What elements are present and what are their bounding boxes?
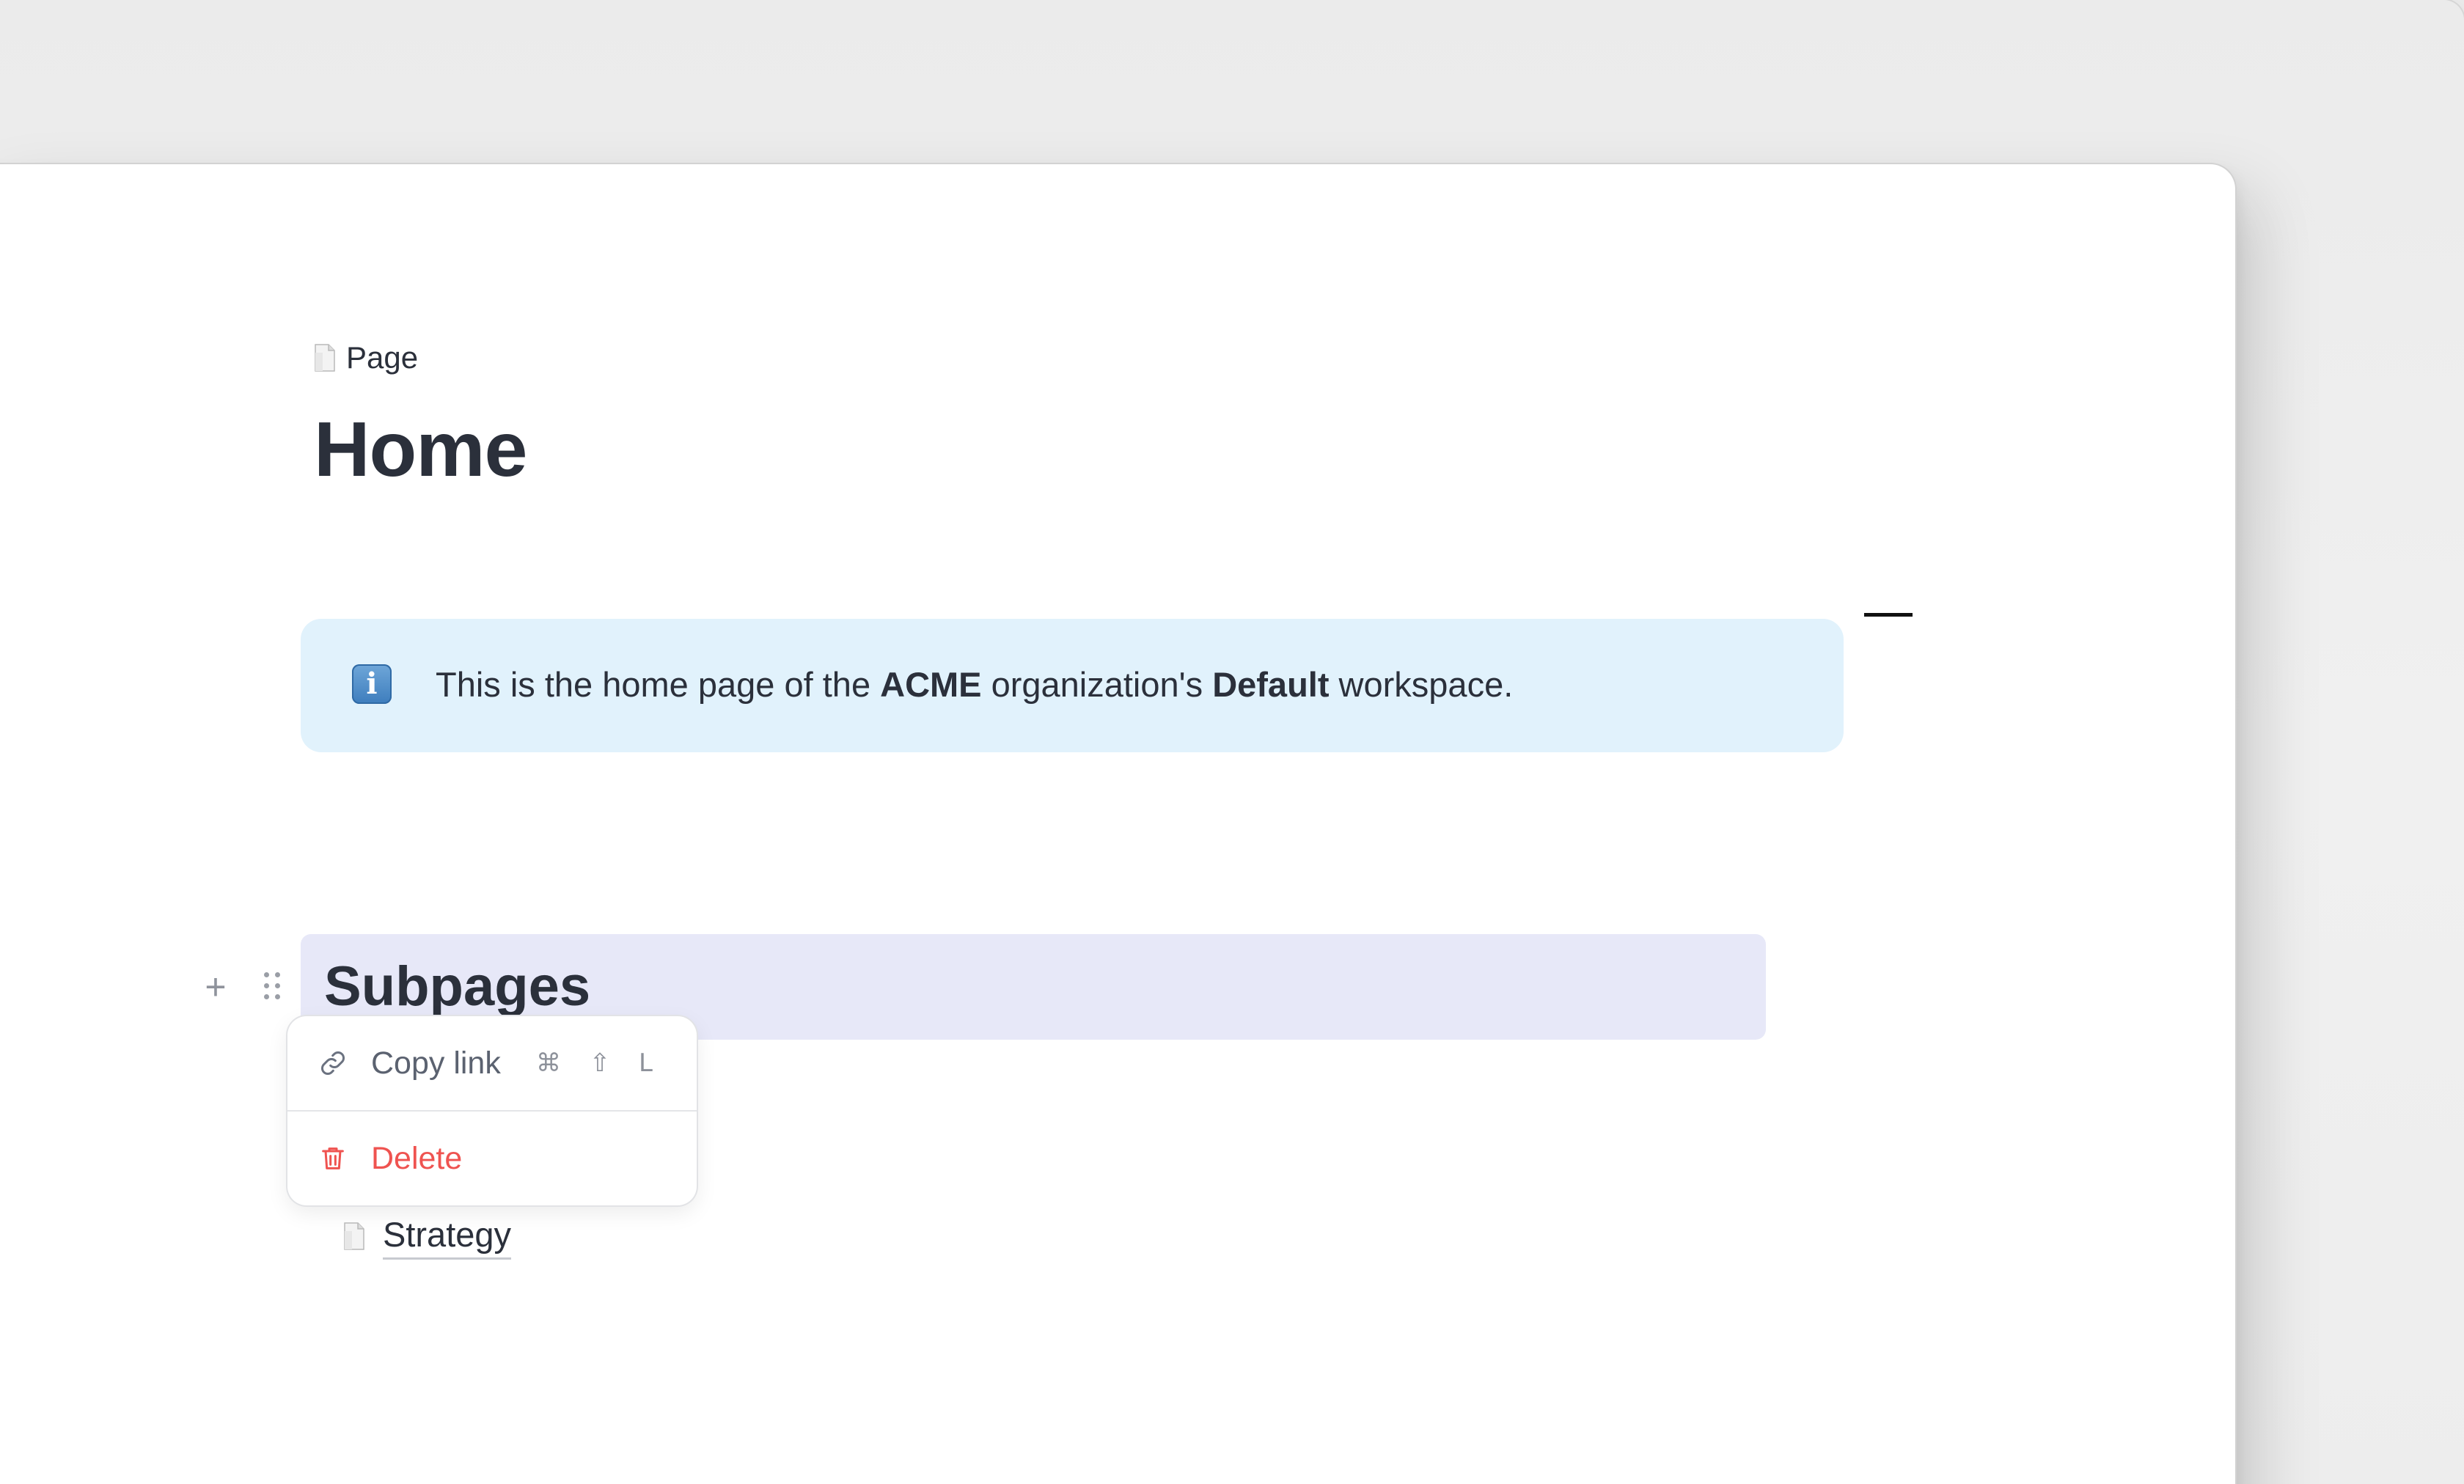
callout-org-name: ACME xyxy=(880,665,982,704)
callout-text-after: workspace. xyxy=(1329,665,1514,704)
subpage-link-strategy[interactable]: Strategy xyxy=(343,1213,512,1260)
page-title[interactable]: Home xyxy=(314,402,528,497)
drag-handle-icon[interactable] xyxy=(264,972,283,1004)
info-icon: i xyxy=(352,664,392,704)
trash-icon xyxy=(318,1144,348,1173)
text-cursor-mark xyxy=(1864,613,1913,617)
subpage-label[interactable]: Strategy xyxy=(383,1213,512,1260)
add-block-button[interactable]: + xyxy=(198,966,233,1007)
delete-label: Delete xyxy=(371,1141,463,1176)
page-icon xyxy=(314,344,336,372)
breadcrumb-label[interactable]: Page xyxy=(346,340,418,375)
delete-menu-item[interactable]: Delete xyxy=(287,1114,697,1202)
callout-text-before: This is the home page of the xyxy=(436,665,881,704)
callout-workspace-name: Default xyxy=(1212,665,1330,704)
breadcrumb[interactable]: Page xyxy=(314,339,418,377)
copy-link-menu-item[interactable]: Copy link ⌘ ⇧ L xyxy=(287,1019,697,1107)
callout-text[interactable]: This is the home page of the ACME organi… xyxy=(436,663,1513,707)
block-context-menu: Copy link ⌘ ⇧ L Delete xyxy=(287,1016,697,1205)
callout-text-middle: organization's xyxy=(981,665,1213,704)
copy-link-label: Copy link xyxy=(371,1046,501,1081)
link-icon xyxy=(318,1048,348,1078)
page-icon xyxy=(343,1222,365,1250)
copy-link-shortcut: ⌘ ⇧ L xyxy=(535,1048,663,1078)
info-callout[interactable]: i This is the home page of the ACME orga… xyxy=(301,619,1844,752)
menu-divider xyxy=(287,1110,697,1112)
